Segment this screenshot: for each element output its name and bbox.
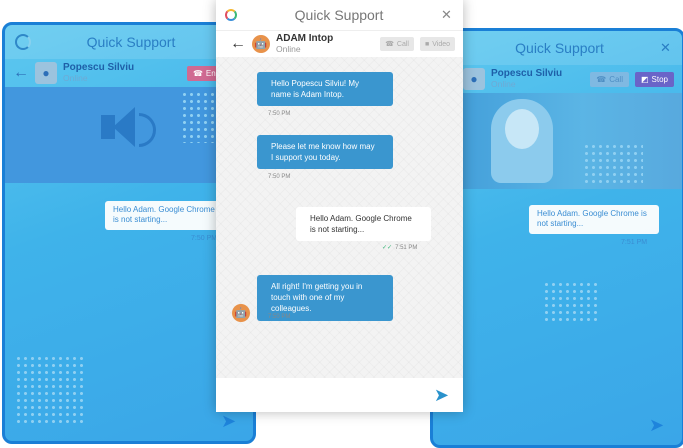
incoming-message: Hello Popescu Silviu! My name is Adam In… [257, 72, 393, 107]
read-check-icon: ✓✓ [382, 245, 393, 251]
close-icon[interactable]: ✕ [660, 40, 682, 56]
video-button[interactable]: ■ Video [419, 37, 455, 51]
phone-icon: ☎ [596, 74, 607, 84]
chat-header: Quick Support ✕ [216, 0, 463, 31]
stop-share-button[interactable]: ◩ Stop [634, 71, 674, 87]
right-panel-title: Quick Support [515, 40, 604, 56]
message-composer[interactable]: ➤ [216, 378, 463, 412]
screen-off-icon: ◩ [640, 74, 649, 84]
outgoing-message: Hello Adam. Google Chrome is not startin… [296, 207, 431, 242]
send-icon: ➤ [221, 411, 237, 431]
message-time-row: ✓✓ 7:51 PM [382, 244, 417, 251]
incoming-message: Please let me know how may I support you… [257, 135, 393, 170]
user-status: Online [63, 72, 88, 83]
ghost-message: Hello Adam. Google Chrome is not startin… [529, 205, 659, 234]
chat-window: Quick Support ✕ ← 🤖 ADAM Intop Online ☎ … [216, 0, 463, 412]
send-icon: ➤ [649, 415, 665, 435]
message-list[interactable]: Hello Popescu Silviu! My name is Adam In… [216, 57, 463, 378]
left-panel-title: Quick Support [86, 34, 176, 50]
app-logo-icon [225, 9, 237, 21]
dot-pattern [543, 281, 597, 321]
app-logo-icon [15, 34, 31, 50]
send-icon[interactable]: ➤ [434, 385, 449, 406]
ghost-time: 7:51 PM [621, 239, 648, 246]
chat-contact-bar: ← 🤖 ADAM Intop Online ☎ Call ■ Video [216, 31, 463, 58]
dot-pattern [15, 355, 85, 425]
message-time: 7:50 PM [268, 314, 291, 320]
avatar: ● [35, 62, 57, 84]
speaker-icon [101, 107, 161, 161]
call-label: Call [609, 74, 623, 84]
camera-icon: ■ [424, 40, 430, 48]
stop-label: Stop [651, 74, 668, 84]
message-time: 7:50 PM [268, 111, 291, 117]
avatar: ● [463, 68, 485, 90]
call-button[interactable]: ☎ Call [590, 71, 629, 87]
phone-icon: ☎ [385, 41, 394, 48]
video-label: Video [432, 40, 450, 48]
bot-avatar: 🤖 [232, 304, 250, 322]
contact-status: Online [276, 43, 301, 54]
bot-avatar: 🤖 [252, 35, 270, 53]
agent-video-image [491, 99, 553, 183]
ghost-time: 7:50 PM [191, 235, 218, 242]
video-feed [433, 93, 682, 189]
dot-pattern [583, 143, 643, 185]
call-button[interactable]: ☎ Call [380, 37, 414, 51]
chat-title: Quick Support [294, 7, 384, 23]
message-time: 7:51 PM [395, 245, 418, 251]
right-support-panel: Quick Support ✕ ● Popescu Silviu Online … [430, 28, 683, 448]
ghost-message: Hello Adam. Google Chrome is not startin… [105, 201, 229, 230]
message-time: 7:50 PM [268, 174, 291, 180]
call-label: Call [396, 40, 409, 48]
back-arrow-icon[interactable]: ← [13, 64, 29, 82]
right-panel-header: Quick Support ✕ [433, 31, 682, 65]
right-user-bar: ● Popescu Silviu Online ☎ Call ◩ Stop [433, 65, 682, 93]
close-icon[interactable]: ✕ [441, 7, 463, 23]
phone-icon: ☎ [192, 68, 203, 78]
user-status: Online [491, 78, 516, 89]
back-arrow-icon[interactable]: ← [230, 35, 246, 53]
